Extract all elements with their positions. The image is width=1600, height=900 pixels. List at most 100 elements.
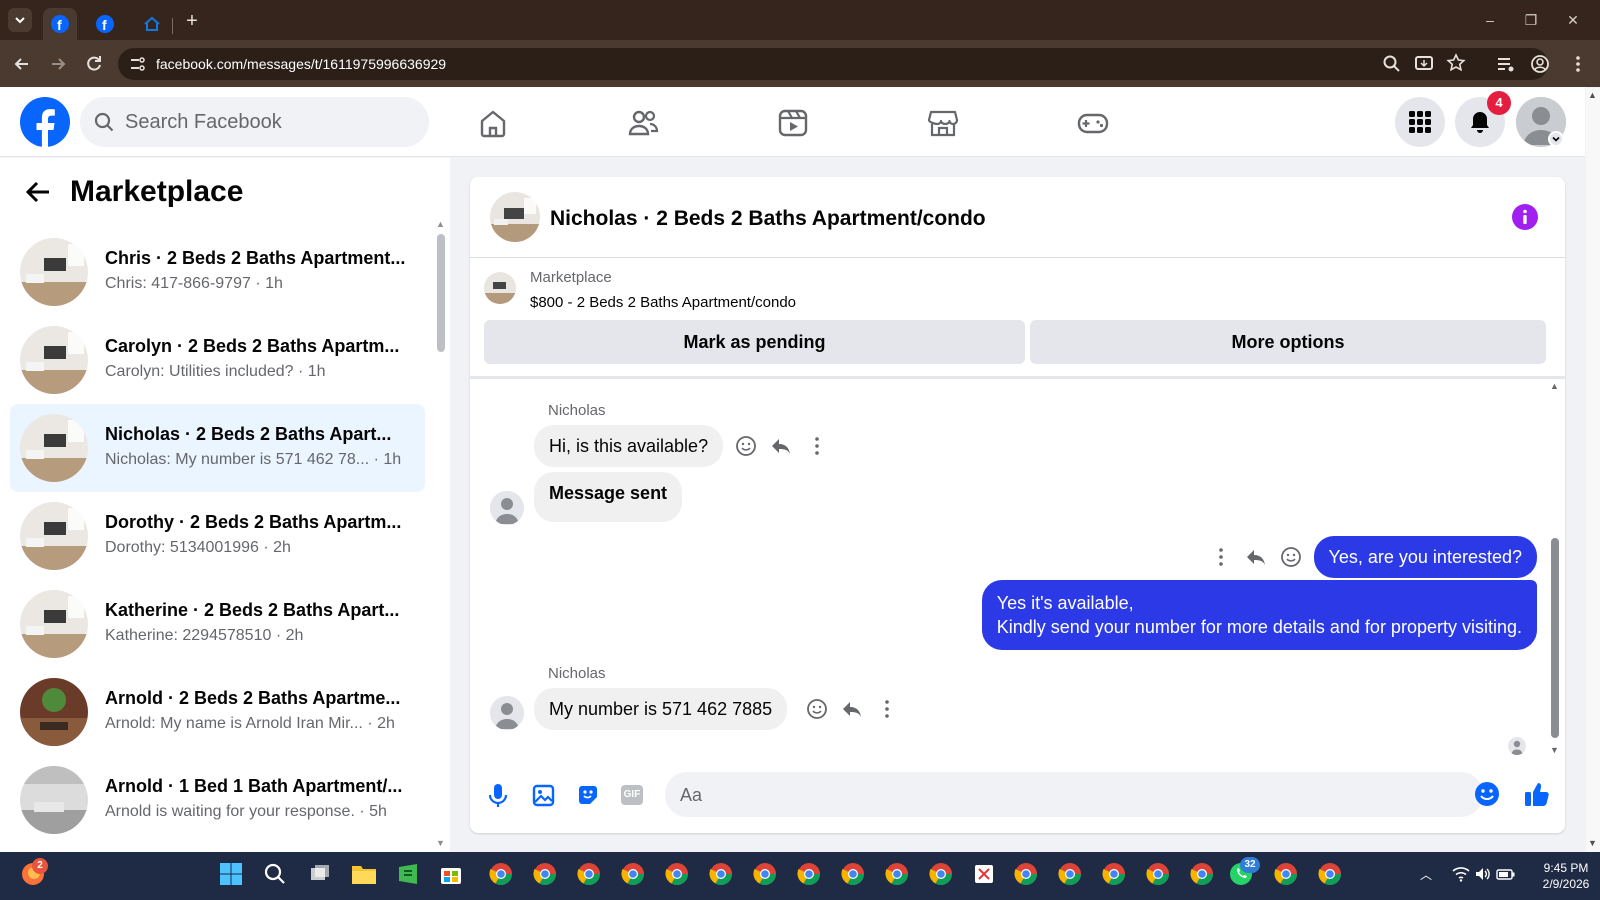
reply-icon[interactable] <box>1245 546 1267 568</box>
close-window-button[interactable]: ✕ <box>1558 10 1588 30</box>
react-emoji-icon[interactable] <box>1280 546 1302 568</box>
nicholas-avatar[interactable] <box>490 491 524 525</box>
scroll-down-arrow-icon[interactable]: ▼ <box>1550 745 1559 755</box>
tab-facebook-active[interactable]: f <box>43 8 77 40</box>
scroll-up-arrow-icon[interactable]: ▲ <box>1588 90 1597 100</box>
facebook-logo-icon[interactable] <box>20 97 70 147</box>
media-control-icon[interactable] <box>1496 54 1516 74</box>
message-bubble-outgoing[interactable]: Yes, are you interested? <box>1313 536 1537 578</box>
search-taskbar-icon[interactable] <box>259 858 291 890</box>
message-input[interactable] <box>665 772 1483 817</box>
install-app-icon[interactable] <box>1414 54 1434 74</box>
new-tab-button[interactable]: + <box>181 10 203 32</box>
chrome-taskbar-icon[interactable] <box>617 858 649 890</box>
tab-facebook-2[interactable]: f <box>88 8 122 40</box>
tray-chevron-up-icon[interactable]: ︿ <box>1420 866 1432 883</box>
bookmark-star-icon[interactable] <box>1446 53 1466 73</box>
volume-icon[interactable] <box>1474 866 1492 882</box>
chrome-taskbar-icon[interactable] <box>837 858 869 890</box>
zoom-icon[interactable] <box>1382 54 1402 74</box>
taskbar-time[interactable]: 9:45 PM <box>1536 861 1596 875</box>
chat-listing-thumbnail[interactable] <box>490 192 540 242</box>
chrome-taskbar-icon[interactable] <box>705 858 737 890</box>
forward-button[interactable] <box>46 52 70 76</box>
nav-video-icon[interactable] <box>777 107 809 139</box>
tab-search-button[interactable] <box>8 8 32 32</box>
nav-gaming-icon[interactable] <box>1077 107 1109 139</box>
minimize-button[interactable]: – <box>1475 10 1505 30</box>
profile-icon[interactable] <box>1530 54 1550 74</box>
account-dropdown[interactable] <box>1548 131 1564 147</box>
react-emoji-icon[interactable] <box>735 435 757 457</box>
photo-icon[interactable] <box>531 783 555 807</box>
nav-marketplace-icon[interactable] <box>927 107 959 139</box>
chrome-taskbar-icon[interactable] <box>1010 858 1042 890</box>
scroll-down-arrow-icon[interactable]: ▼ <box>436 838 445 848</box>
menu-button[interactable] <box>1395 97 1445 147</box>
excel-style-app-icon[interactable] <box>392 858 424 890</box>
restore-button[interactable]: ❐ <box>1516 10 1546 30</box>
microphone-icon[interactable] <box>487 783 509 809</box>
tab-zillow[interactable] <box>135 8 169 40</box>
conversation-item[interactable]: Arnold · 2 Beds 2 Baths Apartme... Arnold… <box>10 668 425 756</box>
message-bubble-incoming[interactable]: Hi, is this available? <box>534 425 724 467</box>
thumbs-up-icon[interactable] <box>1523 780 1551 808</box>
conversations-scrollbar[interactable] <box>437 234 445 352</box>
chrome-taskbar-icon[interactable] <box>881 858 913 890</box>
message-bubble-outgoing-multiline[interactable]: Yes it's available, Kindly send your num… <box>981 580 1537 650</box>
chrome-taskbar-icon[interactable] <box>793 858 825 890</box>
chrome-taskbar-icon[interactable] <box>749 858 781 890</box>
chrome-taskbar-icon[interactable] <box>1098 858 1130 890</box>
nav-friends-icon[interactable] <box>627 107 659 139</box>
conversation-item[interactable]: Dorothy · 2 Beds 2 Baths Apartm... Doroth… <box>10 492 425 580</box>
emoji-picker-icon[interactable] <box>1474 781 1500 807</box>
scroll-down-arrow-icon[interactable]: ▼ <box>1588 838 1597 848</box>
conversation-item[interactable]: Nicholas · 2 Beds 2 Baths Apart... Nichol… <box>10 404 425 492</box>
windows-start-icon[interactable] <box>215 858 247 890</box>
chrome-taskbar-icon[interactable] <box>925 858 957 890</box>
conversation-item[interactable]: Arnold · 1 Bed 1 Bath Apartment/... Arnol… <box>10 756 425 844</box>
reply-icon[interactable] <box>841 698 863 720</box>
conversation-item[interactable]: Carolyn · 2 Beds 2 Baths Apartm... Caroly… <box>10 316 425 404</box>
reply-icon[interactable] <box>770 435 792 457</box>
listing-price-title[interactable]: $800 - 2 Beds 2 Baths Apartment/condo <box>530 294 796 312</box>
battery-icon[interactable] <box>1496 866 1516 882</box>
chrome-taskbar-icon[interactable] <box>1186 858 1218 890</box>
back-arrow-icon[interactable] <box>24 178 52 206</box>
chrome-taskbar-icon[interactable] <box>1054 858 1086 890</box>
scroll-up-arrow-icon[interactable]: ▲ <box>436 219 445 229</box>
more-vertical-icon[interactable] <box>806 435 828 457</box>
info-icon[interactable] <box>1512 204 1538 230</box>
snipping-tool-taskbar-icon[interactable] <box>968 858 1000 890</box>
more-vertical-icon[interactable] <box>876 698 898 720</box>
more-vertical-icon[interactable] <box>1210 546 1232 568</box>
nav-home-icon[interactable] <box>477 107 509 139</box>
reload-button[interactable] <box>82 52 106 76</box>
messages-scrollbar[interactable] <box>1551 538 1559 738</box>
scroll-up-arrow-icon[interactable]: ▲ <box>1550 381 1559 391</box>
mark-as-pending-button[interactable]: Mark as pending <box>484 320 1025 364</box>
nicholas-avatar[interactable] <box>490 696 524 730</box>
message-bubble-incoming[interactable]: My number is 571 462 7885 <box>534 688 788 730</box>
wifi-icon[interactable] <box>1452 866 1470 882</box>
chrome-taskbar-icon[interactable] <box>485 858 517 890</box>
chrome-taskbar-icon[interactable] <box>1142 858 1174 890</box>
page-scrollbar[interactable] <box>1586 88 1600 852</box>
chrome-taskbar-icon[interactable] <box>1270 858 1302 890</box>
chrome-taskbar-icon[interactable] <box>573 858 605 890</box>
gif-icon[interactable]: GIF <box>621 785 643 805</box>
back-button[interactable] <box>10 52 34 76</box>
message-bubble-incoming[interactable]: Message sent <box>534 472 683 522</box>
task-view-icon[interactable] <box>304 858 336 890</box>
conversation-item[interactable]: Katherine · 2 Beds 2 Baths Apart... Kathe… <box>10 580 425 668</box>
sticker-icon[interactable] <box>576 783 600 807</box>
chrome-taskbar-icon[interactable] <box>529 858 561 890</box>
site-info-icon[interactable] <box>128 55 146 73</box>
store-icon[interactable] <box>435 858 467 890</box>
file-explorer-icon[interactable] <box>348 858 380 890</box>
more-options-button[interactable]: More options <box>1030 320 1546 364</box>
conversation-item[interactable]: Chris · 2 Beds 2 Baths Apartment... Chris… <box>10 228 425 316</box>
chrome-taskbar-icon[interactable] <box>1314 858 1346 890</box>
taskbar-date[interactable]: 2/9/2026 <box>1536 877 1596 891</box>
chrome-taskbar-icon[interactable] <box>661 858 693 890</box>
